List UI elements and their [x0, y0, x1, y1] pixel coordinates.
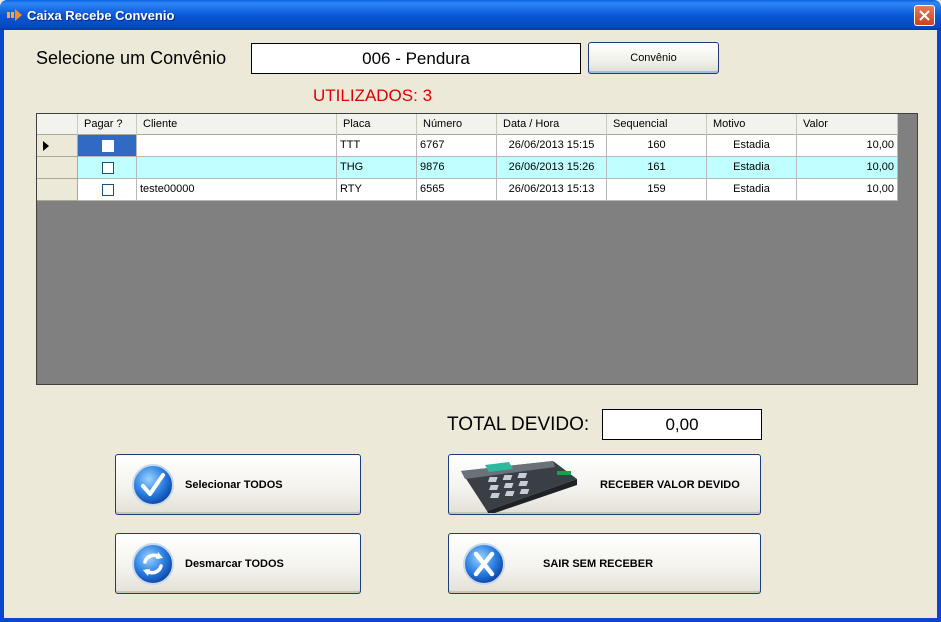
- utilizados-count: UTILIZADOS: 3: [313, 86, 433, 105]
- header-motivo[interactable]: Motivo: [707, 114, 797, 135]
- convenio-field[interactable]: 006 - Pendura: [251, 43, 581, 74]
- pagar-cell[interactable]: [78, 157, 137, 179]
- deselect-all-button[interactable]: Desmarcar TODOS: [115, 533, 361, 594]
- card-terminal-icon: [461, 461, 577, 513]
- pagar-checkbox[interactable]: [102, 184, 114, 196]
- pagar-checkbox[interactable]: [102, 162, 114, 174]
- data-hora-cell: 26/06/2013 15:13: [497, 179, 607, 201]
- header-sequencial[interactable]: Sequencial: [607, 114, 707, 135]
- exit-without-receiving-button[interactable]: SAIR SEM RECEBER: [448, 533, 761, 594]
- header-valor[interactable]: Valor: [797, 114, 898, 135]
- receive-amount-button[interactable]: RECEBER VALOR DEVIDO: [448, 454, 761, 515]
- sequencial-cell: 160: [607, 135, 707, 157]
- refresh-icon: [132, 543, 174, 585]
- cliente-cell: [137, 157, 337, 179]
- header-data-hora[interactable]: Data / Hora: [497, 114, 607, 135]
- placa-cell: RTY: [337, 179, 417, 201]
- row-header-current[interactable]: [37, 135, 78, 157]
- motivo-cell: Estadia: [707, 179, 797, 201]
- table-row[interactable]: THG 9876 26/06/2013 15:26 161 Estadia 10…: [78, 157, 898, 179]
- motivo-cell: Estadia: [707, 157, 797, 179]
- select-all-label: Selecionar TODOS: [185, 479, 283, 491]
- header-corner: [37, 114, 78, 135]
- numero-cell: 6565: [417, 179, 497, 201]
- select-all-button[interactable]: Selecionar TODOS: [115, 454, 361, 515]
- pagar-cell[interactable]: [78, 135, 137, 157]
- row-header[interactable]: [37, 179, 78, 201]
- row-header[interactable]: [37, 157, 78, 179]
- convenio-button[interactable]: Convênio: [588, 42, 719, 74]
- total-devido-label: TOTAL DEVIDO:: [447, 414, 590, 435]
- window-title: Caixa Recebe Convenio: [27, 8, 175, 23]
- close-button[interactable]: [914, 5, 935, 26]
- valor-cell: 10,00: [797, 135, 898, 157]
- valor-cell: 10,00: [797, 179, 898, 201]
- cliente-cell: [137, 135, 337, 157]
- data-hora-cell: 26/06/2013 15:15: [497, 135, 607, 157]
- sequencial-cell: 159: [607, 179, 707, 201]
- grid-header: Pagar ? Cliente Placa Número Data / Hora…: [37, 114, 898, 135]
- header-cliente[interactable]: Cliente: [137, 114, 337, 135]
- window-frame-bottom: [0, 618, 941, 622]
- arrow-icon: [7, 9, 22, 21]
- close-icon: [919, 10, 930, 21]
- window-frame-left: [0, 30, 4, 622]
- checkmark-icon: [132, 464, 174, 506]
- pagar-cell[interactable]: [78, 179, 137, 201]
- header-numero[interactable]: Número: [417, 114, 497, 135]
- current-row-icon: [43, 141, 49, 151]
- numero-cell: 6767: [417, 135, 497, 157]
- exit-without-receiving-label: SAIR SEM RECEBER: [543, 558, 654, 570]
- table-row[interactable]: TTT 6767 26/06/2013 15:15 160 Estadia 10…: [78, 135, 898, 157]
- total-devido-field: 0,00: [602, 409, 762, 440]
- placa-cell: TTT: [337, 135, 417, 157]
- cliente-cell: teste00000: [137, 179, 337, 201]
- header-pagar[interactable]: Pagar ?: [78, 114, 137, 135]
- table-row[interactable]: teste00000 RTY 6565 26/06/2013 15:13 159…: [78, 179, 898, 201]
- data-grid[interactable]: Pagar ? Cliente Placa Número Data / Hora…: [36, 113, 918, 385]
- deselect-all-label: Desmarcar TODOS: [185, 558, 284, 570]
- header-placa[interactable]: Placa: [337, 114, 417, 135]
- valor-cell: 10,00: [797, 157, 898, 179]
- x-icon: [463, 543, 505, 585]
- data-hora-cell: 26/06/2013 15:26: [497, 157, 607, 179]
- numero-cell: 9876: [417, 157, 497, 179]
- window-frame-right: [937, 30, 941, 622]
- sequencial-cell: 161: [607, 157, 707, 179]
- receive-amount-label: RECEBER VALOR DEVIDO: [600, 479, 740, 491]
- pagar-checkbox[interactable]: [102, 140, 114, 152]
- placa-cell: THG: [337, 157, 417, 179]
- title-bar: Caixa Recebe Convenio: [0, 0, 941, 30]
- motivo-cell: Estadia: [707, 135, 797, 157]
- select-convenio-label: Selecione um Convênio: [36, 48, 227, 68]
